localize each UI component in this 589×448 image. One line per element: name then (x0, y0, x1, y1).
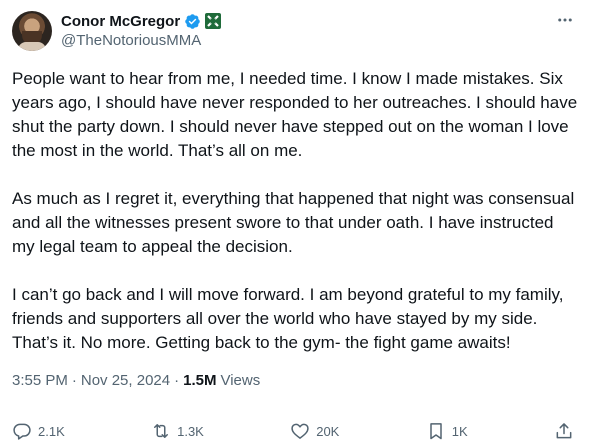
tweet-paragraph: People want to hear from me, I needed ti… (12, 69, 578, 160)
author-display-name[interactable]: Conor McGregor (61, 13, 180, 30)
bookmark-icon (429, 423, 442, 440)
avatar[interactable] (12, 11, 52, 51)
tweet-action-bar: 2.1K 1.3K 20K 1K (12, 418, 574, 444)
tweet-time[interactable]: 3:55 PM (12, 372, 68, 389)
like-count: 20K (316, 423, 340, 439)
reply-icon (13, 423, 31, 440)
repost-count: 1.3K (177, 423, 204, 439)
affiliation-badge-icon[interactable] (205, 13, 222, 29)
more-options-button[interactable] (555, 10, 575, 30)
author-name-row: Conor McGregor (61, 11, 222, 31)
reply-button[interactable]: 2.1K (12, 421, 65, 441)
meta-separator: · (174, 372, 180, 389)
meta-separator: · (71, 372, 77, 389)
tweet-date[interactable]: Nov 25, 2024 (81, 372, 170, 389)
author-handle[interactable]: @TheNotoriousMMA (61, 32, 201, 49)
tweet-paragraph: As much as I regret it, everything that … (12, 189, 575, 256)
more-horizontal-icon (558, 18, 572, 22)
bookmark-count: 1K (451, 423, 468, 439)
share-icon (556, 423, 572, 439)
heart-icon (291, 423, 309, 439)
repost-button[interactable]: 1.3K (151, 421, 204, 441)
share-button[interactable] (554, 421, 574, 441)
views-label: Views (220, 372, 261, 389)
verified-badge-icon (185, 13, 200, 29)
reply-count: 2.1K (38, 423, 65, 439)
tweet-metadata: 3:55 PM · Nov 25, 2024 · 1.5M Views (12, 372, 260, 389)
tweet-text: People want to hear from me, I needed ti… (12, 67, 580, 355)
views-count[interactable]: 1.5M (183, 372, 216, 389)
like-button[interactable]: 20K (290, 421, 339, 441)
tweet-paragraph: I can’t go back and I will move forward.… (12, 285, 564, 352)
repost-icon (154, 424, 169, 438)
bookmark-button[interactable]: 1K (426, 421, 468, 441)
